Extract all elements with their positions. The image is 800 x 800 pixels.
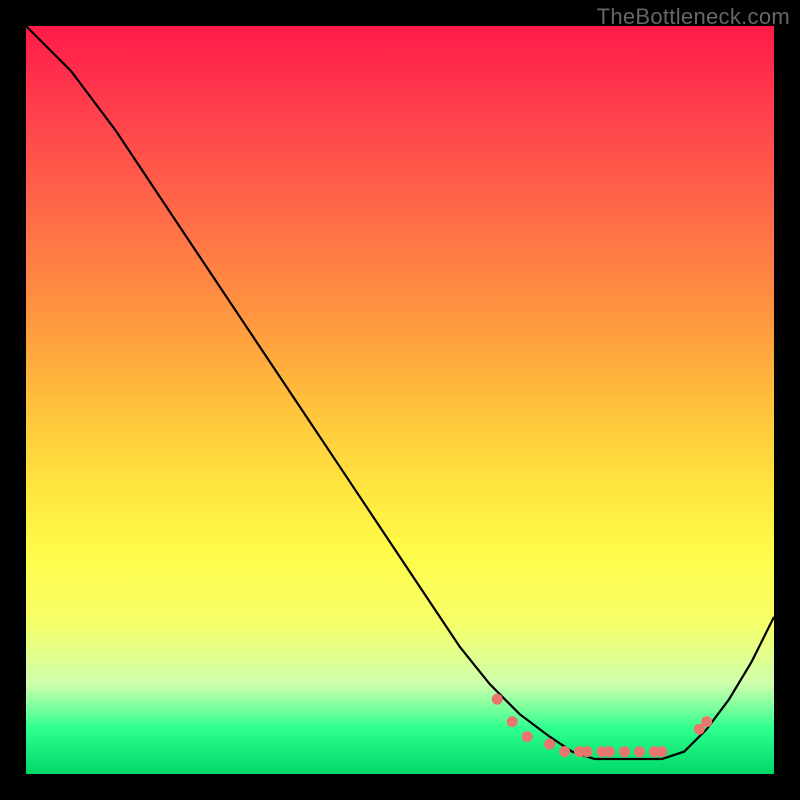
marker-point [634,746,645,757]
marker-point [522,731,533,742]
watermark-text: TheBottleneck.com [597,4,790,30]
marker-point [492,694,503,705]
curve-svg [26,26,774,774]
bottleneck-curve-path [26,26,774,759]
marker-point [656,746,667,757]
marker-point [604,746,615,757]
marker-point [701,716,712,727]
marker-point [559,746,570,757]
chart-container: TheBottleneck.com [0,0,800,800]
marker-point [544,739,555,750]
highlighted-points [492,694,713,757]
marker-point [619,746,630,757]
marker-point [507,716,518,727]
marker-point [582,746,593,757]
plot-area [26,26,774,774]
